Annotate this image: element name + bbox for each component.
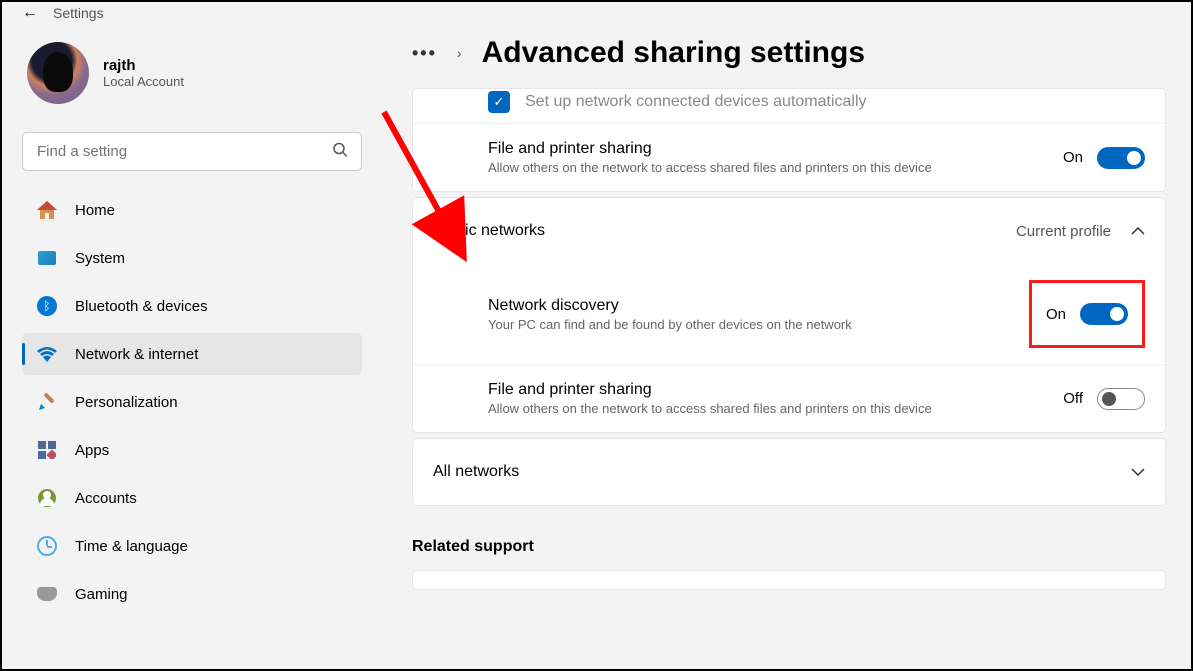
- all-networks-title: All networks: [433, 463, 519, 481]
- gaming-icon: [37, 584, 57, 604]
- toggle-label: Off: [1063, 390, 1083, 407]
- file-printer-public-desc: Allow others on the network to access sh…: [488, 401, 968, 416]
- wifi-icon: [37, 344, 57, 364]
- auto-setup-checkbox[interactable]: ✓: [488, 91, 510, 113]
- public-networks-card: Public networks Current profile Network …: [412, 197, 1166, 433]
- chevron-right-icon: ›: [457, 45, 462, 61]
- breadcrumb-dots[interactable]: •••: [412, 43, 437, 64]
- all-networks-header[interactable]: All networks: [413, 439, 1165, 505]
- network-discovery-desc: Your PC can find and be found by other d…: [488, 317, 968, 332]
- private-networks-card: ✓ Set up network connected devices autom…: [412, 88, 1166, 192]
- sidebar-item-label: Apps: [75, 442, 109, 459]
- sidebar-item-apps[interactable]: Apps: [22, 429, 362, 471]
- sidebar-item-gaming[interactable]: Gaming: [22, 573, 362, 615]
- account-icon: [37, 488, 57, 508]
- file-printer-public-toggle[interactable]: [1097, 388, 1145, 410]
- account-type: Local Account: [103, 74, 184, 89]
- sidebar-item-personalization[interactable]: Personalization: [22, 381, 362, 423]
- network-discovery-title: Network discovery: [488, 297, 1029, 315]
- related-support-card[interactable]: [412, 570, 1166, 590]
- search-icon: [332, 141, 348, 162]
- sidebar-item-label: Home: [75, 202, 115, 219]
- sidebar-item-network[interactable]: Network & internet: [22, 333, 362, 375]
- related-support-title: Related support: [412, 538, 1166, 556]
- topbar-title: Settings: [53, 5, 104, 21]
- sidebar-item-label: Network & internet: [75, 346, 198, 363]
- sidebar-item-label: Personalization: [75, 394, 178, 411]
- page-title: Advanced sharing settings: [482, 36, 865, 70]
- sidebar-item-bluetooth[interactable]: ᛒ Bluetooth & devices: [22, 285, 362, 327]
- chevron-down-icon: [1131, 463, 1145, 481]
- file-printer-title: File and printer sharing: [488, 140, 1063, 158]
- sidebar-item-label: Bluetooth & devices: [75, 298, 208, 315]
- sidebar-item-home[interactable]: Home: [22, 189, 362, 231]
- toggle-label: On: [1063, 149, 1083, 166]
- sidebar: rajth Local Account Home System: [2, 22, 372, 669]
- auto-setup-label: Set up network connected devices automat…: [525, 93, 867, 111]
- file-printer-toggle[interactable]: [1097, 147, 1145, 169]
- toggle-label: On: [1046, 306, 1066, 323]
- sidebar-item-accounts[interactable]: Accounts: [22, 477, 362, 519]
- sidebar-item-label: System: [75, 250, 125, 267]
- sidebar-item-label: Gaming: [75, 586, 128, 603]
- sidebar-item-system[interactable]: System: [22, 237, 362, 279]
- search-input[interactable]: [22, 132, 362, 171]
- file-printer-public-title: File and printer sharing: [488, 381, 1063, 399]
- network-discovery-toggle[interactable]: [1080, 303, 1128, 325]
- home-icon: [37, 200, 57, 220]
- apps-icon: [37, 440, 57, 460]
- sidebar-item-label: Accounts: [75, 490, 137, 507]
- avatar: [27, 42, 89, 104]
- main-content: ••• › Advanced sharing settings ✓ Set up…: [372, 22, 1191, 669]
- current-profile-label: Current profile: [1016, 223, 1111, 240]
- brush-icon: [37, 392, 57, 412]
- username: rajth: [103, 57, 184, 74]
- public-networks-header[interactable]: Public networks Current profile: [413, 198, 1165, 264]
- file-printer-desc: Allow others on the network to access sh…: [488, 160, 968, 175]
- sidebar-item-time[interactable]: Time & language: [22, 525, 362, 567]
- public-networks-title: Public networks: [433, 222, 545, 240]
- all-networks-card: All networks: [412, 438, 1166, 506]
- system-icon: [37, 248, 57, 268]
- sidebar-item-label: Time & language: [75, 538, 188, 555]
- back-button[interactable]: ←: [22, 4, 38, 22]
- bluetooth-icon: ᛒ: [37, 296, 57, 316]
- chevron-up-icon: [1131, 222, 1145, 240]
- nav-list: Home System ᛒ Bluetooth & devices Networ…: [22, 189, 362, 615]
- profile-block[interactable]: rajth Local Account: [22, 42, 362, 104]
- time-icon: [37, 536, 57, 556]
